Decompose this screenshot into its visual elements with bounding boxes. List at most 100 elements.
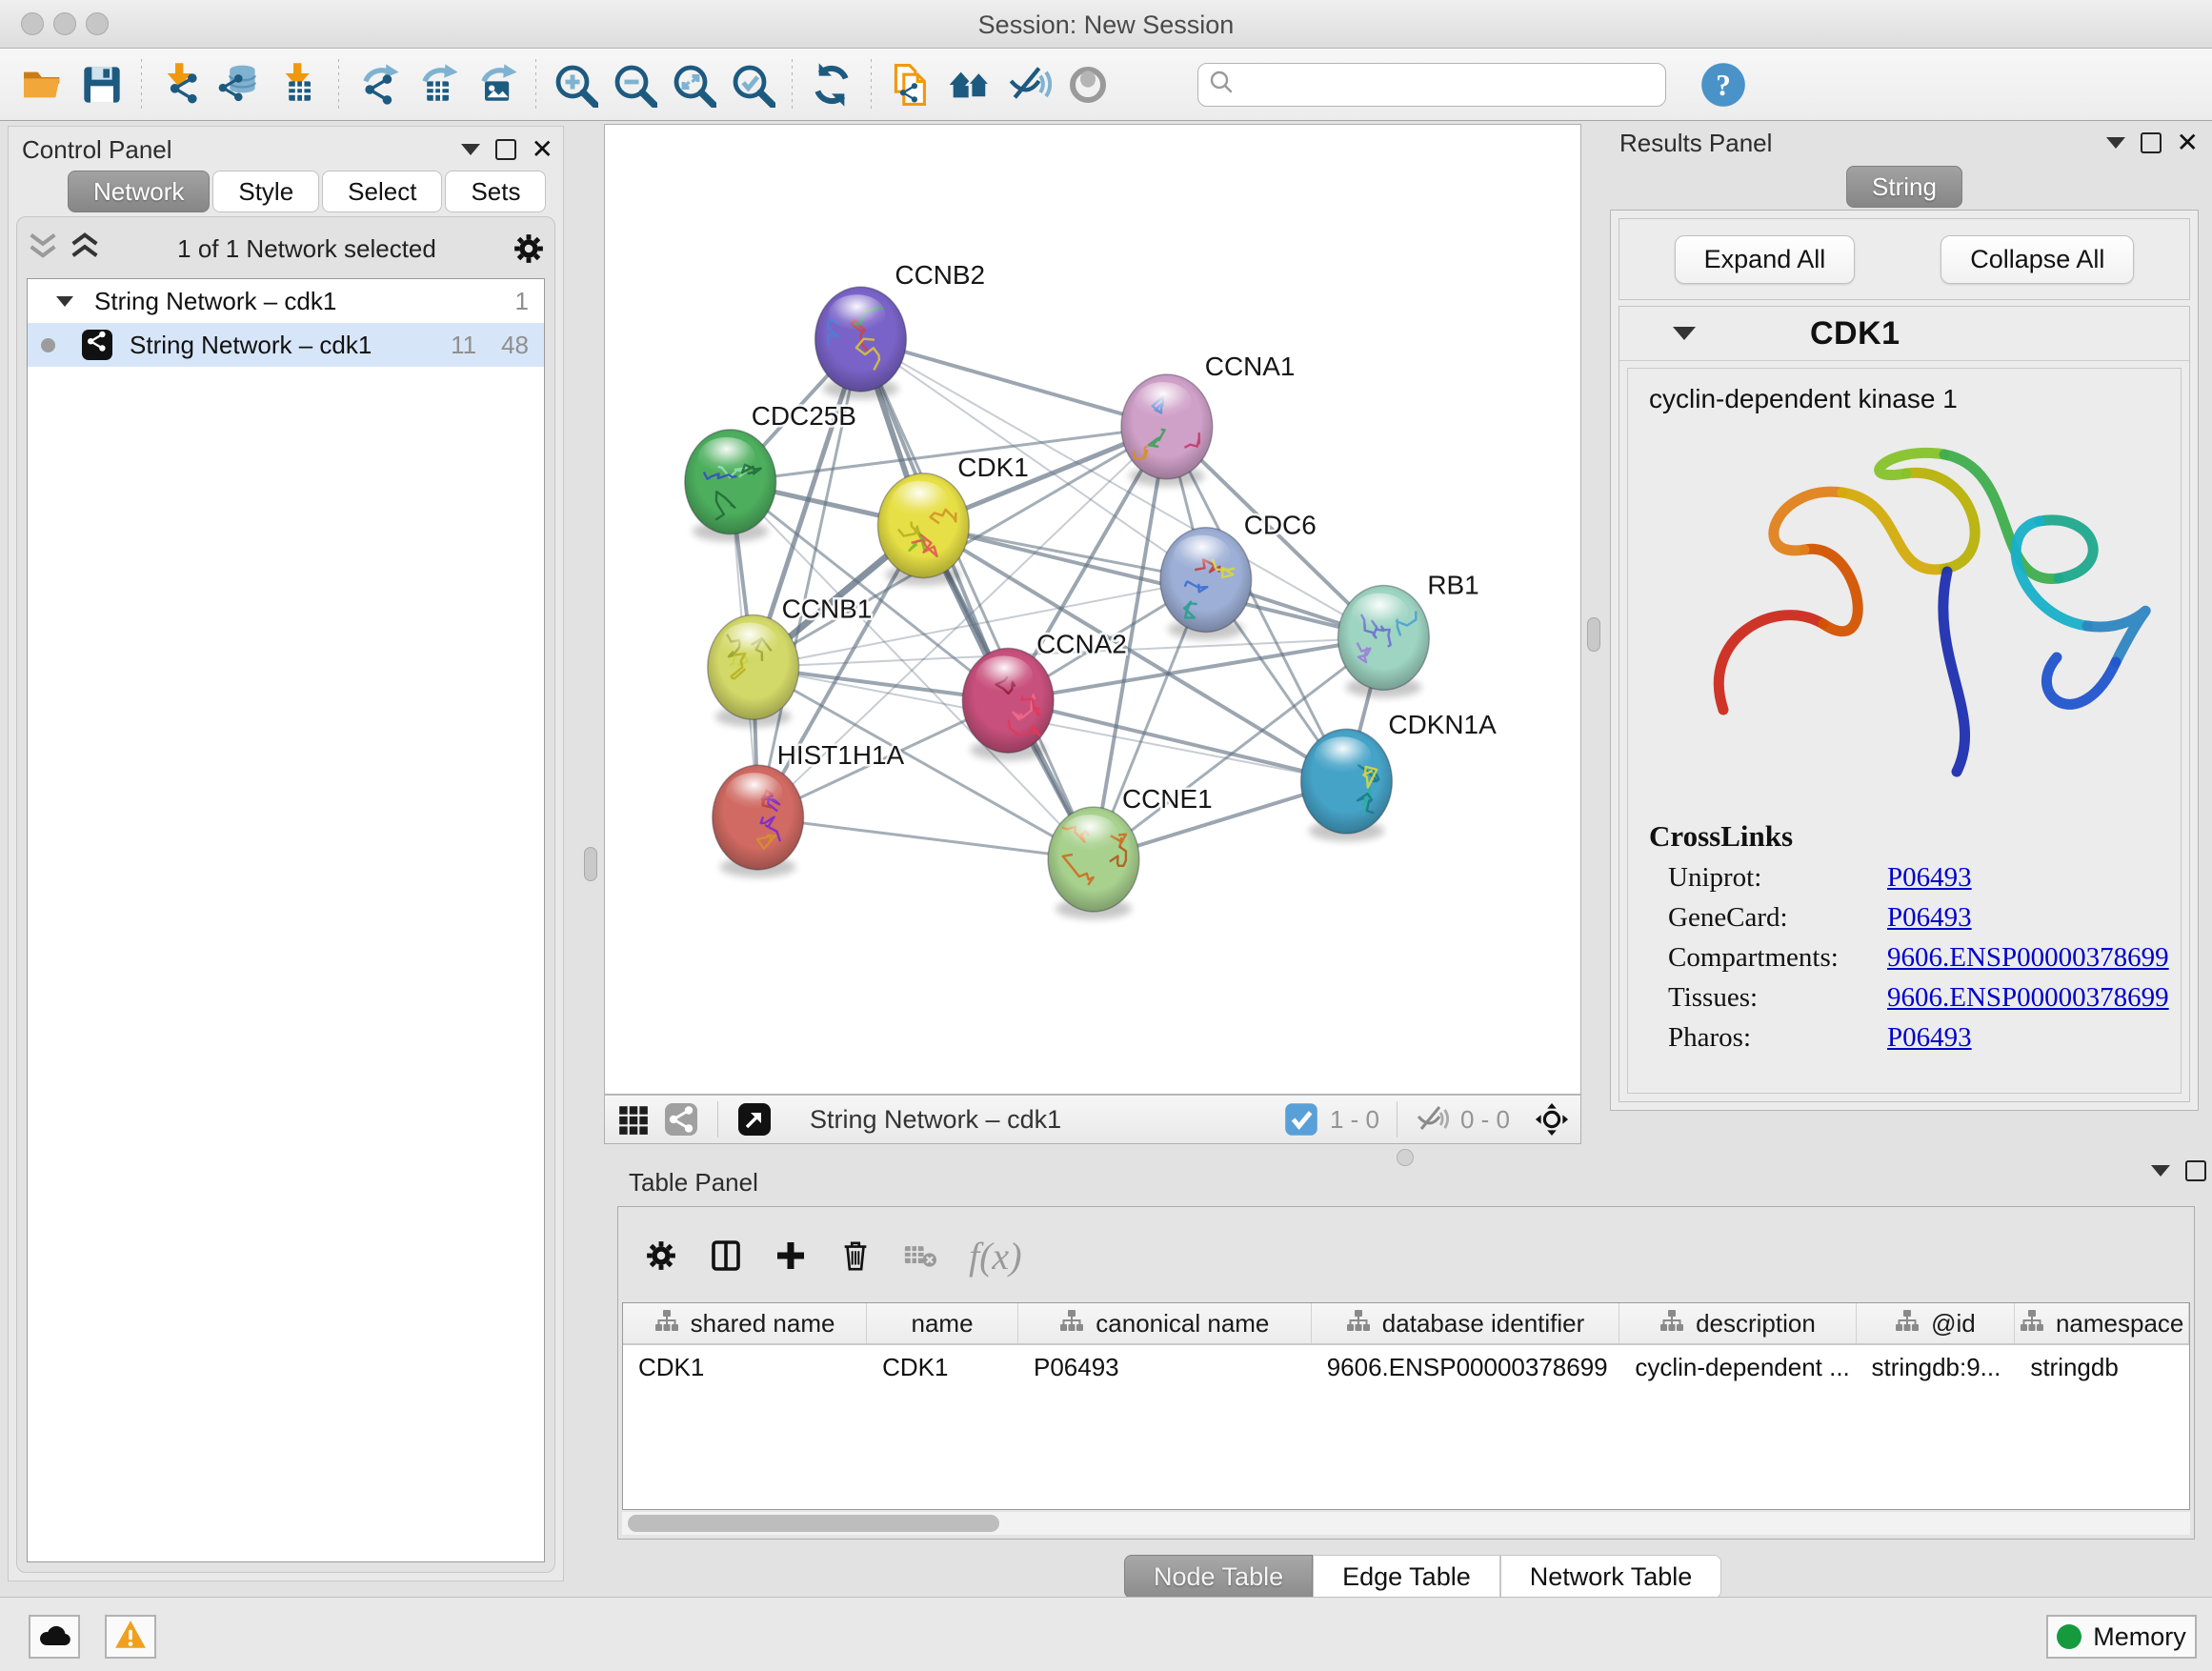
expand-all-networks-icon[interactable] (69, 231, 101, 268)
zoom-out-icon[interactable] (605, 58, 664, 111)
crosslink-link[interactable]: P06493 (1887, 1022, 1972, 1054)
column-header-description[interactable]: description (1619, 1303, 1856, 1343)
table-cell[interactable]: P06493 (1018, 1345, 1312, 1389)
import-string-network-icon[interactable] (881, 58, 940, 111)
float-panel-icon[interactable] (495, 139, 516, 160)
network-graph[interactable]: CCNB2CCNB2CCNA1CCNA1CDC25BCDC25BCDK1CDK1… (605, 125, 1580, 1094)
results-close-icon[interactable]: ✕ (2177, 133, 2199, 152)
import-table-icon[interactable] (270, 58, 329, 111)
collection-expander-icon[interactable] (56, 296, 73, 307)
table-row[interactable]: CDK1CDK1P064939606.ENSP00000378699cyclin… (623, 1345, 2189, 1389)
delete-column-icon[interactable] (839, 1239, 872, 1272)
column-header-name[interactable]: name (867, 1303, 1018, 1343)
results-float-icon[interactable] (2141, 132, 2162, 153)
export-image-icon[interactable] (467, 58, 526, 111)
collection-count: 1 (515, 287, 529, 316)
selected-checkbox-icon[interactable] (1284, 1102, 1318, 1137)
panel-menu-icon[interactable] (461, 144, 480, 155)
show-columns-icon[interactable] (710, 1239, 742, 1272)
export-network-icon[interactable] (349, 58, 408, 111)
birdseye-view-icon[interactable] (737, 1102, 772, 1137)
network-type-badge-icon[interactable] (664, 1102, 698, 1137)
string-home-icon[interactable] (940, 58, 999, 111)
node-section-header[interactable]: CDK1 (1619, 307, 2189, 361)
show-grid-icon[interactable] (616, 1102, 651, 1137)
fit-content-crosshair-icon[interactable] (1535, 1102, 1569, 1137)
zoom-fit-icon[interactable] (664, 58, 723, 111)
table-cell[interactable]: CDK1 (867, 1345, 1018, 1389)
table-hscroll-thumb[interactable] (628, 1515, 999, 1532)
tab-select[interactable]: Select (322, 171, 442, 212)
crosslink-label: Compartments: (1668, 942, 1887, 974)
tab-style[interactable]: Style (212, 171, 319, 212)
network-node-ccne1[interactable]: CCNE1CCNE1 (1048, 784, 1213, 919)
column-header-shared-name[interactable]: shared name (623, 1303, 867, 1343)
collapse-all-button[interactable]: Collapse All (1941, 235, 2134, 284)
network-node-rb1[interactable]: RB1RB1 (1337, 571, 1478, 698)
network-row[interactable]: String Network – cdk1 11 48 (28, 323, 544, 367)
network-edge[interactable] (860, 339, 1166, 427)
tab-edge-table[interactable]: Edge Table (1313, 1555, 1500, 1599)
crosslink-link[interactable]: P06493 (1887, 862, 1972, 894)
network-node-hist1h1a[interactable]: HIST1H1AHIST1H1A (713, 740, 905, 877)
table-hscrollbar[interactable] (622, 1512, 2190, 1535)
table-cell[interactable]: cyclin-dependent ... (1619, 1345, 1856, 1389)
results-menu-icon[interactable] (2106, 137, 2125, 149)
network-node-cdkn1a[interactable]: CDKN1ACDKN1A (1301, 710, 1498, 841)
network-options-gear-icon[interactable] (513, 232, 545, 265)
crosslink-link[interactable]: P06493 (1887, 902, 1972, 934)
string-results-box: Expand All Collapse All CDK1 cyclin-depe… (1610, 210, 2199, 1111)
search-input[interactable] (1235, 70, 1656, 99)
zoom-in-icon[interactable] (546, 58, 605, 111)
tab-network-table[interactable]: Network Table (1500, 1555, 1722, 1599)
table-cell[interactable]: stringdb:9... (1857, 1345, 2016, 1389)
tab-node-table[interactable]: Node Table (1124, 1555, 1313, 1599)
column-header-database-identifier[interactable]: database identifier (1312, 1303, 1620, 1343)
column-header-canonical-name[interactable]: canonical name (1018, 1303, 1312, 1343)
table-options-gear-icon[interactable] (645, 1239, 677, 1272)
column-header--id[interactable]: @id (1857, 1303, 2016, 1343)
network-view[interactable]: CCNB2CCNB2CCNA1CCNA1CDC25BCDC25BCDK1CDK1… (604, 124, 1581, 1095)
table-cell[interactable]: CDK1 (623, 1345, 867, 1389)
crosslink-link[interactable]: 9606.ENSP00000378699 (1887, 942, 2169, 974)
hidden-elements-icon[interactable] (1415, 1102, 1449, 1137)
close-panel-icon[interactable]: ✕ (532, 140, 553, 159)
zoom-selected-icon[interactable] (723, 58, 782, 111)
glass-ball-icon[interactable] (1058, 58, 1117, 111)
save-session-icon[interactable] (72, 58, 131, 111)
crosslink-link[interactable]: 9606.ENSP00000378699 (1887, 982, 2169, 1014)
import-network-file-icon[interactable] (151, 58, 211, 111)
network-node-ccnb2[interactable]: CCNB2CCNB2 (815, 260, 986, 399)
tab-sets[interactable]: Sets (445, 171, 546, 212)
import-network-database-icon[interactable] (211, 58, 270, 111)
network-edge[interactable] (860, 339, 1094, 859)
tab-string[interactable]: String (1846, 166, 1962, 208)
table-panel-menu-icon[interactable] (2151, 1165, 2170, 1177)
table-cell[interactable]: 9606.ENSP00000378699 (1312, 1345, 1620, 1389)
string-style-eye-icon[interactable] (999, 58, 1058, 111)
section-expander-icon[interactable] (1673, 327, 1696, 340)
refresh-view-icon[interactable] (802, 58, 861, 111)
bottom-splitter-handle[interactable] (1397, 1149, 1414, 1166)
right-splitter-handle[interactable] (1587, 617, 1600, 652)
expand-all-button[interactable]: Expand All (1675, 235, 1856, 284)
table-panel-float-icon[interactable] (2185, 1160, 2206, 1181)
network-node-cdc6[interactable]: CDC6CDC6 (1160, 511, 1317, 640)
column-header-namespace[interactable]: namespace (2015, 1303, 2189, 1343)
left-splitter-handle[interactable] (584, 847, 597, 881)
create-column-icon[interactable] (774, 1239, 807, 1272)
network-edge[interactable] (1008, 700, 1346, 781)
open-session-icon[interactable] (13, 58, 72, 111)
network-edge[interactable] (758, 817, 1094, 859)
warnings-button[interactable] (105, 1615, 156, 1659)
collapse-all-networks-icon[interactable] (27, 231, 59, 268)
tab-network[interactable]: Network (68, 171, 210, 212)
table-cell[interactable]: stringdb (2015, 1345, 2189, 1389)
search-box[interactable] (1197, 63, 1666, 107)
network-collection-row[interactable]: String Network – cdk1 1 (28, 279, 544, 323)
help-button[interactable]: ? (1700, 62, 1746, 108)
export-table-icon[interactable] (408, 58, 467, 111)
cloud-status-button[interactable] (29, 1615, 80, 1659)
memory-button[interactable]: Memory (2046, 1615, 2197, 1659)
network-node-cdc25b[interactable]: CDC25BCDC25B (685, 401, 856, 542)
